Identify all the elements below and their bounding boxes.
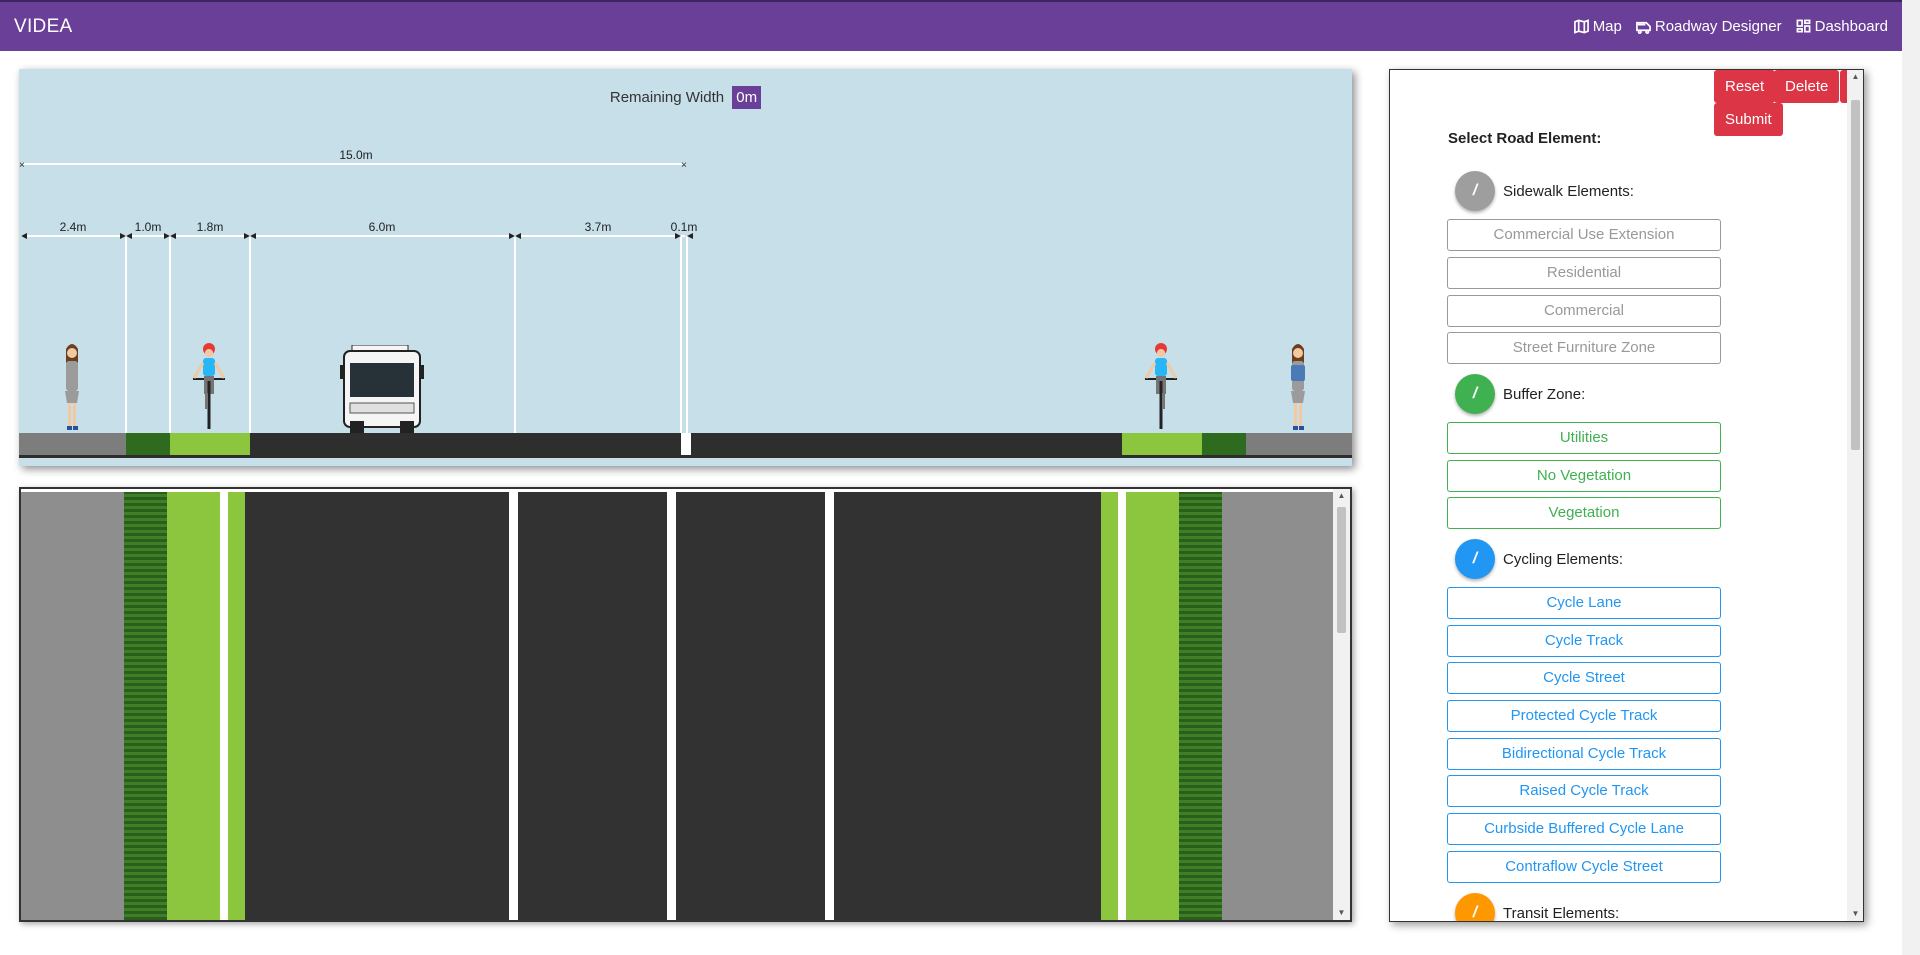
app-title[interactable]: VIDEA [14,16,73,38]
residential-button[interactable]: Residential [1447,257,1721,289]
panel-scrollbar[interactable]: ▲ ▼ [1847,70,1863,921]
utilities-button[interactable]: Utilities [1447,422,1721,454]
lane-line-strip [220,492,228,920]
segment-width-label: 0.1m [671,220,698,234]
buffer-zone-group-title: Buffer Zone: [1503,385,1586,403]
nav-map-label: Map [1592,18,1622,35]
transit-group-header: / Transit Elements: [1455,893,1620,922]
sidewalk-strip[interactable] [1222,492,1335,920]
vegetation-strip[interactable] [124,492,167,920]
cycle-lane-strip[interactable] [228,492,245,920]
vegetation-strip[interactable] [1179,492,1222,920]
sidewalk-group-title: Sidewalk Elements: [1503,182,1634,200]
nav-dashboard-label: Dashboard [1814,18,1888,35]
curbside-buffered-cycle-lane-button[interactable]: Curbside Buffered Cycle Lane [1447,813,1721,845]
buffer-zone-group-header: / Buffer Zone: [1455,374,1585,414]
svg-text:×: × [19,160,25,171]
lane-line-strip [509,492,518,920]
submit-button[interactable]: Submit [1714,103,1783,136]
cycle-lane-strip[interactable] [1126,492,1179,920]
nav-dashboard-link[interactable]: Dashboard [1796,18,1888,35]
cycle-lane-segment[interactable] [1122,433,1202,455]
travel-lane-strip[interactable] [676,492,825,920]
buffer-zone-group-icon[interactable]: / [1455,374,1495,414]
segment-width-label: 1.8m [197,220,224,234]
cyclist-icon [192,343,226,429]
cycling-group-title: Cycling Elements: [1503,550,1624,568]
cycle-street-button[interactable]: Cycle Street [1447,662,1721,694]
map-icon [1573,19,1589,34]
segment-width-label: 3.7m [585,220,612,234]
segment-width-label: 6.0m [369,220,396,234]
contraflow-cycle-street-button[interactable]: Contraflow Cycle Street [1447,851,1721,883]
nav-roadway-designer-link[interactable]: Roadway Designer [1635,18,1782,35]
sidewalk-strip[interactable] [21,492,124,920]
transit-group-icon[interactable]: / [1455,893,1495,921]
travel-lane-strip[interactable] [245,492,509,920]
reset-button[interactable]: Reset [1714,70,1776,103]
travel-lane-segment[interactable] [250,433,681,455]
nav-roadway-designer-label: Roadway Designer [1654,18,1782,35]
pedestrian-icon [1291,344,1305,430]
cycle-track-button[interactable]: Cycle Track [1447,625,1721,657]
cyclist-icon [1144,343,1178,429]
sidewalk-segment[interactable] [19,433,126,455]
sidewalk-group-icon[interactable]: / [1455,171,1495,211]
travel-lane-strip[interactable] [518,492,667,920]
scroll-down-arrow[interactable]: ▼ [1847,907,1863,921]
scrollbar-thumb[interactable] [1851,100,1860,450]
transit-group-title: Transit Elements: [1503,904,1620,922]
page-scrollbar[interactable] [1902,0,1920,955]
lane-line-strip [825,492,834,920]
element-selector-panel: Reset Delete Undo Submit Select Road Ele… [1389,69,1864,922]
street-furniture-zone-button[interactable]: Street Furniture Zone [1447,332,1721,364]
plan-view: ▲ ▼ [19,487,1352,922]
scroll-up-arrow[interactable]: ▲ [1333,489,1350,503]
commercial-button[interactable]: Commercial [1447,295,1721,327]
segment-width-label: 2.4m [60,220,87,234]
sidewalk-segment[interactable] [1246,433,1352,455]
cycle-lane-segment[interactable] [170,433,250,455]
scroll-down-arrow[interactable]: ▼ [1333,906,1350,920]
plan-scrollbar[interactable]: ▲ ▼ [1333,489,1350,920]
travel-lane-strip[interactable] [834,492,1101,920]
sidewalk-group-header: / Sidewalk Elements: [1455,171,1634,211]
scroll-up-arrow[interactable]: ▲ [1847,70,1863,84]
vegetation-segment[interactable] [1202,433,1246,455]
cycling-group-header: / Cycling Elements: [1455,539,1623,579]
cycling-group-icon[interactable]: / [1455,539,1495,579]
cycle-lane-button[interactable]: Cycle Lane [1447,587,1721,619]
lane-line-strip [1118,492,1126,920]
protected-cycle-track-button[interactable]: Protected Cycle Track [1447,700,1721,732]
nav-links: Map Roadway Designer Dashboard [1573,18,1888,35]
dashboard-icon [1796,19,1811,33]
ground-line [19,455,1352,458]
select-road-element-label: Select Road Element: [1448,130,1602,147]
bus-icon [340,345,424,433]
top-navbar: VIDEA Map Roadway Designer Dashboard [0,0,1902,51]
bus-icon [1635,21,1651,34]
svg-text:×: × [681,160,687,171]
pedestrian-icon [65,344,79,430]
cycle-lane-strip[interactable] [167,492,220,920]
cross-section-view: Remaining Width 0m × × 15.0m 2.4m 1.0m 1… [19,69,1352,466]
delete-button[interactable]: Delete [1774,70,1840,103]
nav-map-link[interactable]: Map [1573,18,1622,35]
no-vegetation-button[interactable]: No Vegetation [1447,460,1721,492]
lane-marking-segment[interactable] [681,433,691,455]
scrollbar-thumb[interactable] [1337,507,1346,633]
travel-lane-segment[interactable] [691,433,1122,455]
segment-width-label: 1.0m [135,220,162,234]
cycle-lane-strip[interactable] [1101,492,1118,920]
commercial-use-extension-button[interactable]: Commercial Use Extension [1447,219,1721,251]
vegetation-segment[interactable] [126,433,170,455]
raised-cycle-track-button[interactable]: Raised Cycle Track [1447,775,1721,807]
vegetation-button[interactable]: Vegetation [1447,497,1721,529]
bidirectional-cycle-track-button[interactable]: Bidirectional Cycle Track [1447,738,1721,770]
total-width-label: 15.0m [339,148,372,162]
lane-line-strip [667,492,676,920]
